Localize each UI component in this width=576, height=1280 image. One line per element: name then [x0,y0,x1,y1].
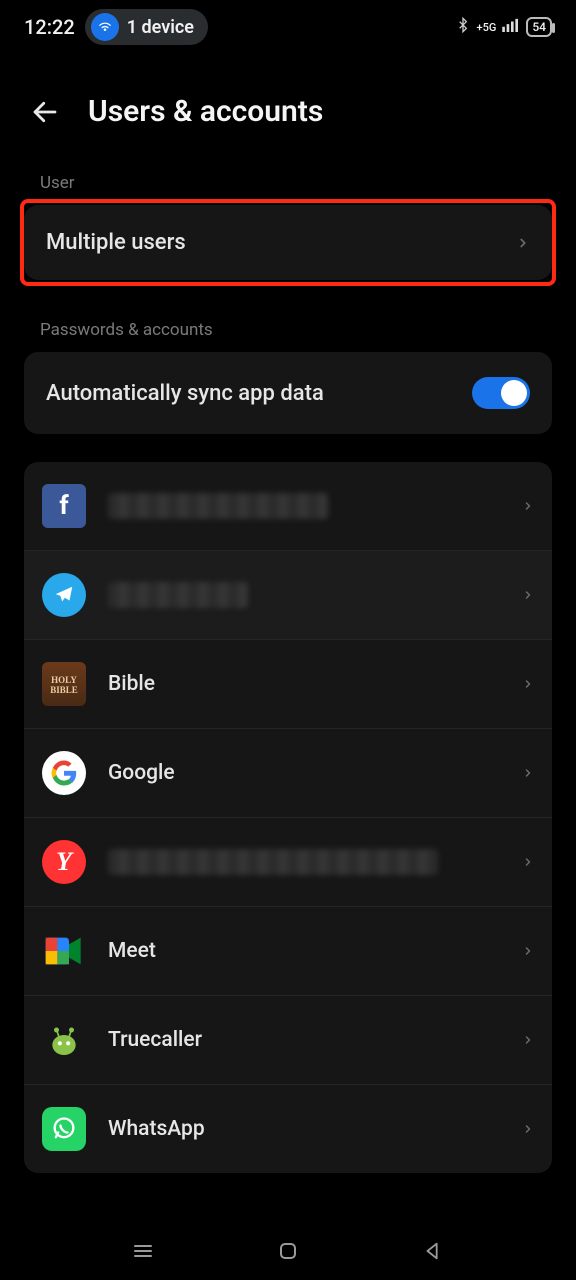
bluetooth-icon [455,16,471,38]
network-label: +5G [477,22,497,33]
facebook-icon: f [42,484,86,528]
status-bar: 12:22 1 device +5G 54 [0,0,576,54]
account-label: Truecaller [108,1028,500,1052]
account-row-meet[interactable]: Meet [24,907,552,996]
account-row-facebook[interactable]: f [24,462,552,551]
chevron-right-icon [516,232,530,254]
meet-icon [42,929,86,973]
chevron-right-icon [522,585,534,605]
chevron-right-icon [522,496,534,516]
device-count-label: 1 device [127,17,194,38]
account-row-yandex[interactable]: Y [24,818,552,907]
page-title: Users & accounts [88,94,323,129]
battery-level: 54 [532,21,546,33]
accounts-list: f HOLYBIBLE Bible Google Y [24,462,552,1173]
account-label: WhatsApp [108,1117,500,1141]
bible-icon: HOLYBIBLE [42,662,86,706]
home-button[interactable] [271,1234,305,1268]
account-row-whatsapp[interactable]: WhatsApp [24,1085,552,1173]
chevron-right-icon [522,1119,534,1139]
chevron-right-icon [522,763,534,783]
account-row-bible[interactable]: HOLYBIBLE Bible [24,640,552,729]
section-label-user: User [0,173,576,205]
back-button[interactable] [416,1234,450,1268]
account-label: Bible [108,672,500,696]
status-right: +5G 54 [455,16,553,38]
chevron-right-icon [522,941,534,961]
device-status-pill[interactable]: 1 device [85,9,208,45]
account-row-telegram[interactable] [24,551,552,640]
signal-icon [502,18,520,36]
auto-sync-toggle[interactable] [472,377,530,409]
section-label-passwords: Passwords & accounts [0,320,576,352]
wifi-icon [91,13,119,41]
battery-icon: 54 [526,17,552,37]
redacted-text [108,849,438,875]
telegram-icon [42,573,86,617]
status-time: 12:22 [24,15,75,39]
account-label: Meet [108,939,500,963]
page-header: Users & accounts [0,54,576,173]
chevron-right-icon [522,852,534,872]
account-row-truecaller[interactable]: Truecaller [24,996,552,1085]
account-row-google[interactable]: Google [24,729,552,818]
back-icon[interactable] [30,97,60,127]
google-icon [42,751,86,795]
whatsapp-icon [42,1107,86,1151]
auto-sync-card: Automatically sync app data [24,352,552,434]
system-nav-bar [0,1228,576,1274]
redacted-text [108,582,248,608]
chevron-right-icon [522,1030,534,1050]
multiple-users-label: Multiple users [46,230,186,255]
redacted-text [108,493,328,519]
recent-apps-button[interactable] [126,1234,160,1268]
chevron-right-icon [522,674,534,694]
auto-sync-label: Automatically sync app data [46,381,324,406]
yandex-icon: Y [42,840,86,884]
account-label: Google [108,761,500,785]
multiple-users-card[interactable]: Multiple users [24,205,552,280]
truecaller-icon [42,1018,86,1062]
